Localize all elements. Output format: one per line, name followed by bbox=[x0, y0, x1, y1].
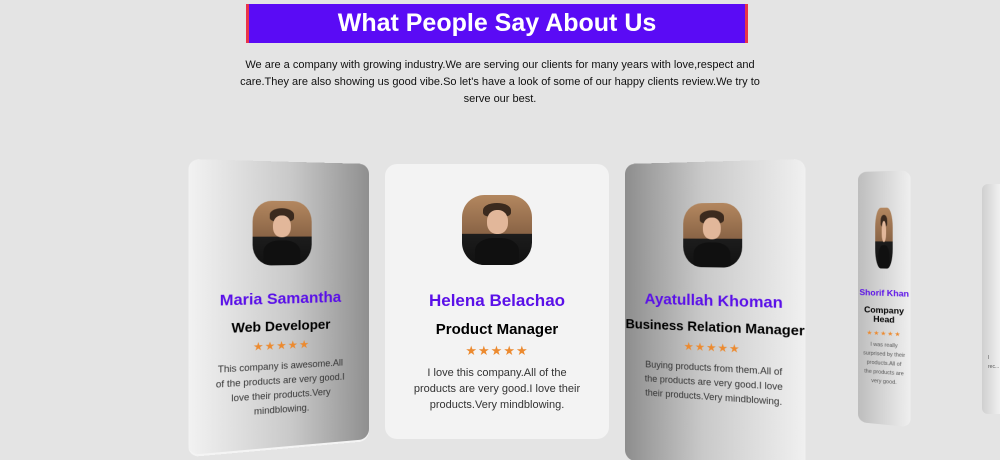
avatar bbox=[252, 201, 311, 266]
testimonial-card-5[interactable]: I rec... bbox=[982, 184, 1000, 414]
star-rating: ★★★★★ bbox=[858, 329, 911, 339]
testimonial-card-4[interactable]: Shorif Khan Company Head ★★★★★ I was rea… bbox=[858, 170, 911, 427]
reviewer-role: Company Head bbox=[858, 305, 911, 326]
avatar bbox=[683, 203, 742, 268]
star-rating: ★★★★★ bbox=[625, 337, 805, 359]
avatar bbox=[875, 208, 893, 269]
reviewer-name: Ayatullah Khoman bbox=[625, 290, 805, 313]
reviewer-role: Product Manager bbox=[385, 321, 609, 338]
review-text: I love this company.All of the products … bbox=[405, 365, 589, 413]
reviewer-name: Helena Belachao bbox=[385, 291, 609, 311]
star-rating: ★★★★★ bbox=[385, 343, 609, 359]
review-text: I rec... bbox=[988, 354, 998, 372]
testimonials-page: What People Say About Us We are a compan… bbox=[0, 0, 1000, 460]
avatar bbox=[462, 195, 532, 265]
review-text: I was really surprised by their products… bbox=[862, 340, 906, 389]
reviewer-role: Business Relation Manager bbox=[625, 315, 805, 341]
reviewer-name: Maria Samantha bbox=[188, 288, 369, 311]
testimonial-carousel[interactable]: Maria Samantha Web Developer ★★★★★ This … bbox=[0, 0, 1000, 460]
reviewer-role: Web Developer bbox=[188, 315, 369, 338]
reviewer-name: Shorif Khan bbox=[858, 288, 911, 299]
testimonial-card-3[interactable]: Ayatullah Khoman Business Relation Manag… bbox=[625, 159, 805, 460]
review-text: Buying products from them.All of the pro… bbox=[643, 357, 785, 409]
review-text: This company is awesome.All of the produ… bbox=[213, 355, 347, 422]
testimonial-card-2[interactable]: Helena Belachao Product Manager ★★★★★ I … bbox=[385, 164, 609, 439]
star-rating: ★★★★★ bbox=[188, 335, 369, 357]
testimonial-card-1[interactable]: Maria Samantha Web Developer ★★★★★ This … bbox=[188, 159, 369, 455]
